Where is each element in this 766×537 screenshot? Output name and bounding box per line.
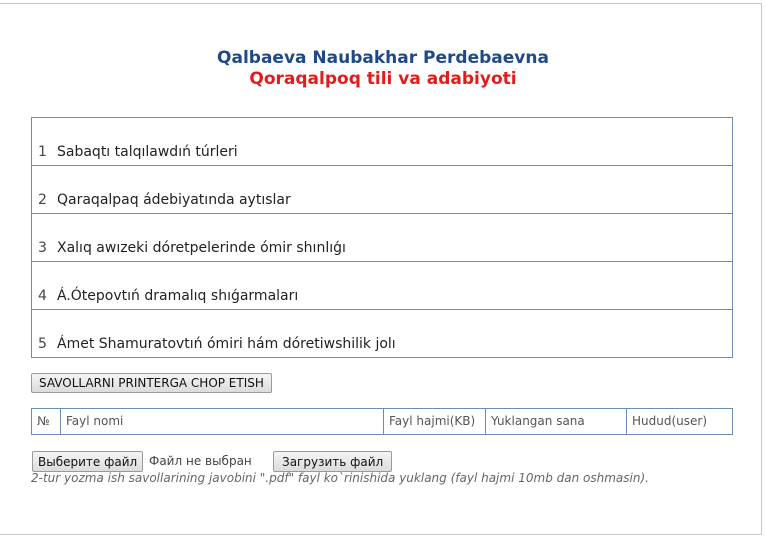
column-header-region-user: Hudud(user) xyxy=(632,414,708,428)
print-questions-button[interactable]: SAVOLLARNI PRINTERGA CHOP ETISH xyxy=(31,373,272,393)
column-header-upload-date: Yuklangan sana xyxy=(486,409,627,434)
teacher-name: Qalbaeva Naubakhar Perdebaevna xyxy=(217,48,549,68)
no-file-selected-label: Файл не выбран xyxy=(149,454,252,468)
column-header-number: № xyxy=(32,409,61,434)
question-row: 5 Ámet Shamuratovtıń ómiri hám dóretiwsh… xyxy=(32,310,732,357)
question-text: Xalıq awızeki dóretpelerinde ómir shınlı… xyxy=(57,240,346,256)
column-header-file-name: Fayl nomi xyxy=(61,409,384,434)
question-text: Sabaqtı talqılawdıń túrleri xyxy=(57,144,238,160)
question-number: 5 xyxy=(38,336,47,352)
question-number: 1 xyxy=(38,144,47,160)
upload-hint-text: 2-tur yozma ish savollarining javobini "… xyxy=(31,471,649,485)
choose-file-button[interactable]: Выберите файл xyxy=(32,451,144,472)
question-text: Á.Ótepovtıń dramalıq shıǵarmaları xyxy=(57,288,299,304)
questions-list: 1 Sabaqtı talqılawdıń túrleri 2 Qaraqalp… xyxy=(31,117,733,358)
upload-file-button[interactable]: Загрузить файл xyxy=(273,451,393,472)
uploaded-files-table: № Fayl nomi Fayl hajmi(KB) Yuklangan san… xyxy=(31,408,733,435)
question-number: 4 xyxy=(38,288,47,304)
column-header-file-size: Fayl hajmi(KB) xyxy=(384,409,486,434)
question-row: 2 Qaraqalpaq ádebiyatında aytıslar xyxy=(32,166,732,214)
question-text: Qaraqalpaq ádebiyatında aytıslar xyxy=(57,192,291,208)
question-row: 1 Sabaqtı talqılawdıń túrleri xyxy=(32,118,732,166)
subject-title: Qoraqalpoq tili va adabiyoti xyxy=(249,69,517,89)
question-text: Ámet Shamuratovtıń ómiri hám dóretiwshil… xyxy=(57,336,396,352)
page-header: Qalbaeva Naubakhar Perdebaevna Qoraqalpo… xyxy=(0,48,766,90)
question-number: 3 xyxy=(38,240,47,256)
question-row: 3 Xalıq awızeki dóretpelerinde ómir shın… xyxy=(32,214,732,262)
question-number: 2 xyxy=(38,192,47,208)
question-row: 4 Á.Ótepovtıń dramalıq shıǵarmaları xyxy=(32,262,732,310)
